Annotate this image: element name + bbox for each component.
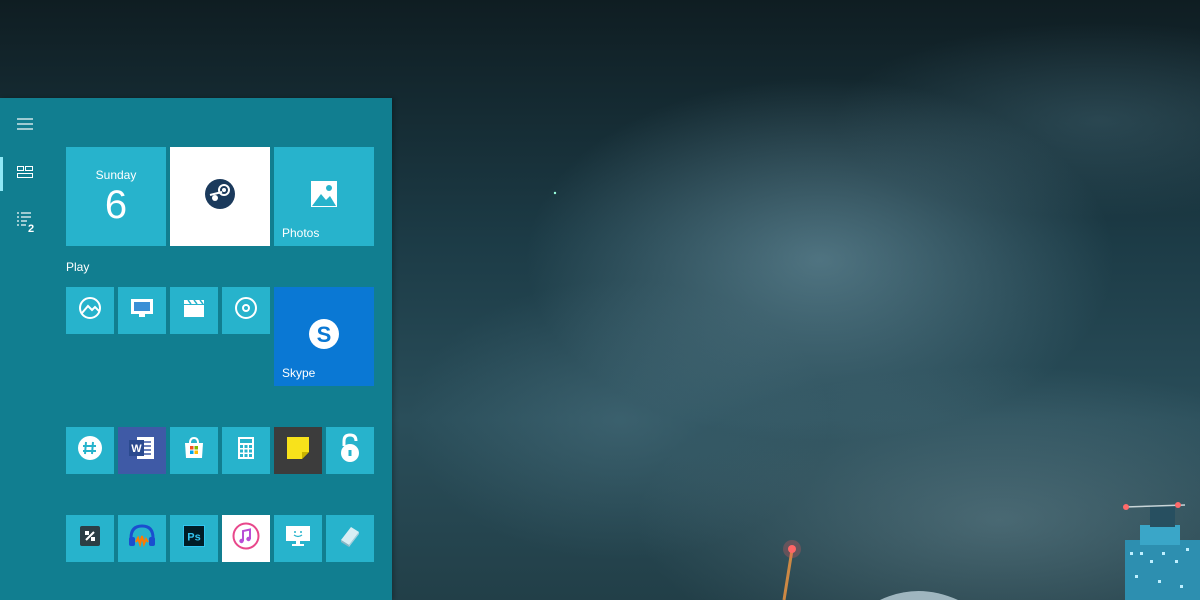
movies-tv-tile[interactable] — [170, 287, 218, 334]
itunes-music-note-icon — [232, 522, 260, 555]
svg-text:W: W — [131, 443, 142, 455]
groove-music-tile[interactable] — [222, 287, 270, 334]
all-apps-badge: 2 — [28, 223, 35, 235]
hamburger-menu-icon — [17, 117, 33, 135]
skype-label: Skype — [282, 366, 316, 380]
photoshop-icon: Ps — [183, 525, 205, 552]
photos-tile[interactable]: Photos — [274, 147, 374, 246]
word-tile[interactable]: W — [118, 427, 166, 474]
group-title-play: Play — [66, 260, 90, 274]
onedrive-tile[interactable] — [66, 287, 114, 334]
monitor-app-tile[interactable] — [274, 515, 322, 562]
calendar-day: Sunday — [95, 168, 137, 182]
calculator-icon — [237, 436, 255, 465]
eraser-app-tile[interactable] — [326, 515, 374, 562]
cloud-app-icon — [78, 296, 102, 325]
sticky-note-icon — [286, 436, 310, 465]
expand-menu-button[interactable] — [0, 103, 50, 149]
music-disc-icon — [234, 296, 258, 325]
word-icon: W — [128, 435, 156, 466]
headphones-audio-icon — [128, 524, 156, 553]
pinned-tiles-button[interactable] — [0, 151, 50, 197]
photos-label: Photos — [282, 226, 320, 240]
clapperboard-icon — [183, 298, 205, 323]
video-editor-icon — [79, 525, 101, 552]
skype-icon: S — [307, 317, 341, 356]
photoshop-tile[interactable]: Ps — [170, 515, 218, 562]
photos-icon — [310, 180, 338, 213]
calendar-date: 6 — [104, 183, 128, 227]
video-editor-tile[interactable] — [66, 515, 114, 562]
store-bag-icon — [182, 436, 206, 465]
svg-text:Ps: Ps — [187, 532, 200, 544]
audacity-tile[interactable] — [118, 515, 166, 562]
picture-frame-icon — [130, 298, 154, 323]
lock-app-tile[interactable] — [326, 427, 374, 474]
start-menu: 2 Sunday 6 Photos Play S Skype W Ps — [0, 98, 392, 600]
smiley-monitor-icon — [285, 525, 311, 552]
unlocked-padlock-icon — [337, 433, 363, 468]
skype-tile[interactable]: S Skype — [274, 287, 374, 386]
eraser-icon — [338, 524, 362, 553]
steam-tile[interactable] — [170, 147, 270, 246]
slack-tile[interactable] — [66, 427, 114, 474]
microsoft-store-tile[interactable] — [170, 427, 218, 474]
sticky-notes-tile[interactable] — [274, 427, 322, 474]
calendar-tile[interactable]: Sunday 6 — [66, 147, 166, 246]
calculator-tile[interactable] — [222, 427, 270, 474]
steam-icon — [205, 179, 235, 214]
svg-text:S: S — [317, 322, 332, 347]
start-menu-rail: 2 — [0, 98, 50, 600]
photo-viewer-tile[interactable] — [118, 287, 166, 334]
all-apps-button[interactable]: 2 — [0, 198, 50, 244]
slack-hash-icon — [77, 435, 103, 466]
itunes-tile[interactable] — [222, 515, 270, 562]
tiles-view-icon — [17, 165, 33, 183]
